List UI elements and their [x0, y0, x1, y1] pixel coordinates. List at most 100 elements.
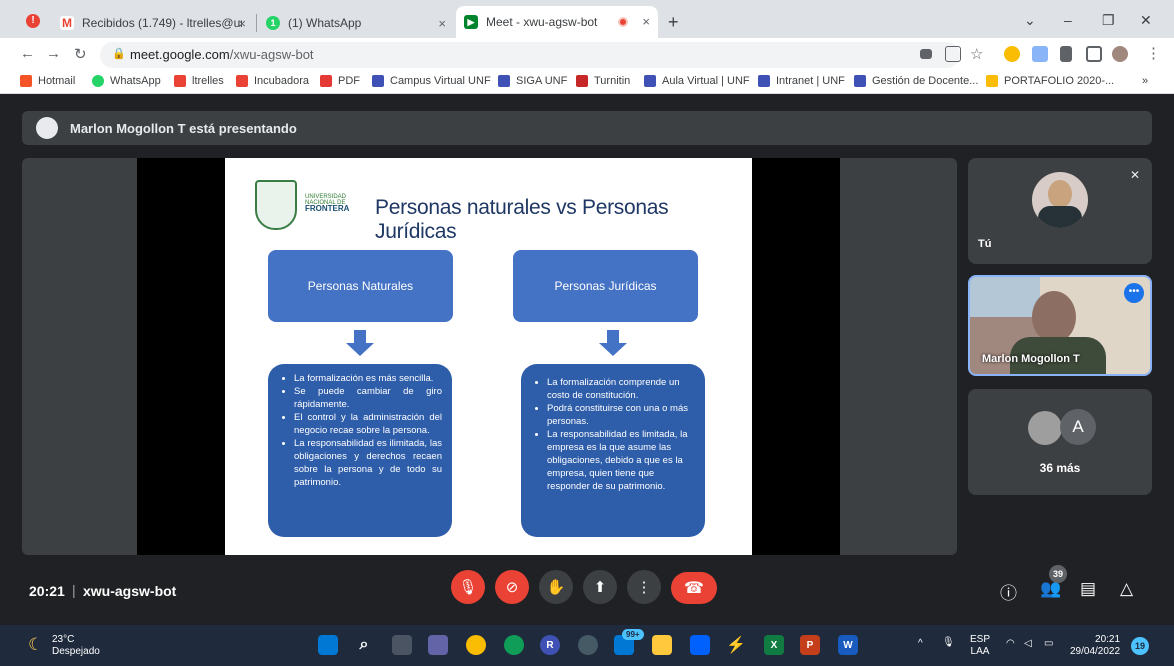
bookmark-turnitin[interactable]: Turnitin	[576, 75, 630, 87]
list-item: La responsabilidad es ilimitada, las obl…	[294, 437, 442, 489]
others-tile[interactable]: A 36 más	[968, 389, 1152, 495]
notification-badge[interactable]: 19	[1131, 637, 1149, 655]
tab-title: Recibidos (1.749) - ltrelles@unf.e	[82, 16, 242, 30]
close-tab-icon[interactable]: ×	[642, 14, 650, 29]
activities-icon[interactable]: △	[1120, 579, 1133, 599]
more-options-button[interactable]: ⋮	[627, 570, 661, 604]
shield-icon	[498, 75, 510, 87]
search-icon[interactable]: ⌕	[354, 635, 374, 655]
shield-icon	[758, 75, 770, 87]
volume-icon[interactable]: ◁	[1024, 638, 1032, 650]
bookmark-label: Hotmail	[38, 75, 76, 87]
wifi-icon[interactable]: ◠	[1006, 638, 1015, 650]
bookmark-intranet[interactable]: Intranet | UNF	[758, 75, 845, 87]
powerpoint-icon[interactable]: P	[800, 635, 820, 655]
bookmark-gestion[interactable]: Gestión de Docente...	[854, 75, 978, 87]
extension-icon[interactable]	[1004, 46, 1020, 62]
mic-off-button[interactable]: 🎙	[451, 570, 485, 604]
chevron-up-icon[interactable]: ^	[918, 638, 923, 650]
puzzle-icon[interactable]	[1060, 46, 1072, 62]
menu-icon[interactable]: ⋮	[1146, 44, 1161, 62]
bookmark-incubadora[interactable]: Incubadora	[236, 75, 309, 87]
tab-meet[interactable]: ▶ Meet - xwu-agsw-bot ×	[456, 6, 658, 38]
sidepanel-icon[interactable]	[1086, 46, 1102, 62]
meeting-code: xwu-agsw-bot	[83, 583, 177, 599]
edge-icon[interactable]	[504, 635, 524, 655]
app-icon[interactable]	[578, 635, 598, 655]
shield-icon	[644, 75, 656, 87]
info-icon[interactable]: ⓘ	[1000, 579, 1017, 604]
raise-hand-button[interactable]: ✋	[539, 570, 573, 604]
clock-widget[interactable]: 20:21 29/04/2022	[1070, 634, 1120, 658]
list-item: La formalización comprende un costo de c…	[547, 376, 695, 402]
app-r-icon[interactable]: R	[540, 635, 560, 655]
presentation-stage[interactable]: UNIVERSIDAD NACIONAL DE FRONTERA Persona…	[22, 158, 957, 555]
camera-off-button[interactable]: ⊘	[495, 570, 529, 604]
close-tab-icon[interactable]: ×	[238, 16, 246, 31]
task-view-icon[interactable]	[392, 635, 412, 655]
bookmark-label: Aula Virtual | UNF	[662, 75, 750, 87]
docs-icon[interactable]	[1032, 46, 1048, 62]
bookmark-siga[interactable]: SIGA UNF	[498, 75, 567, 87]
bookmarks-overflow[interactable]: »	[1142, 75, 1148, 87]
chat-icon[interactable]: ▤	[1080, 579, 1096, 599]
tab-whatsapp[interactable]: 1 (1) WhatsApp ×	[258, 8, 454, 38]
bookmark-label: PORTAFOLIO 2020-...	[1004, 75, 1115, 87]
presenter-text: Marlon Mogollon T está presentando	[70, 121, 297, 136]
close-window-button[interactable]: ✕	[1140, 12, 1152, 29]
university-logo	[255, 180, 297, 230]
lock-icon[interactable]: 🔒	[112, 47, 126, 60]
url-path: /xwu-agsw-bot	[229, 47, 314, 62]
start-icon[interactable]	[318, 635, 338, 655]
bookmark-whatsapp[interactable]: WhatsApp	[92, 75, 161, 87]
down-arrow-icon	[346, 330, 374, 356]
self-tile[interactable]: ✕ Tú	[968, 158, 1152, 264]
bookmark-campus[interactable]: Campus Virtual UNF	[372, 75, 491, 87]
presenter-tile[interactable]: ••• Marlon Mogollon T	[968, 275, 1152, 376]
microphone-icon[interactable]: 🎙	[942, 637, 955, 649]
weather-temp: 23°C	[52, 634, 75, 645]
bookmark-pdf[interactable]: PDF	[320, 75, 360, 87]
close-tab-icon[interactable]: ×	[438, 16, 446, 31]
word-icon[interactable]: W	[838, 635, 858, 655]
dropbox-icon[interactable]	[690, 635, 710, 655]
bookmark-portafolio[interactable]: PORTAFOLIO 2020-...	[986, 75, 1114, 87]
profile-avatar[interactable]	[1112, 46, 1128, 62]
right-header-box: Personas Jurídicas	[513, 250, 698, 322]
tab-gmail[interactable]: M Recibidos (1.749) - ltrelles@unf.e ×	[52, 8, 254, 38]
bookmark-label: PDF	[338, 75, 360, 87]
shield-icon	[854, 75, 866, 87]
app-bolt-icon[interactable]: ⚡	[726, 635, 746, 655]
excel-icon[interactable]: X	[764, 635, 784, 655]
new-tab-button[interactable]: +	[668, 12, 679, 33]
explorer-icon[interactable]	[652, 635, 672, 655]
star-icon[interactable]: ☆	[970, 45, 983, 63]
present-button[interactable]: ⬆	[583, 570, 617, 604]
weather-widget[interactable]: 23°C Despejado	[52, 634, 100, 658]
end-call-button[interactable]: ☎	[671, 572, 717, 604]
gmail-icon	[236, 75, 248, 87]
reload-icon[interactable]: ↻	[74, 45, 87, 63]
whatsapp-icon: 1	[266, 16, 280, 30]
bookmark-aula[interactable]: Aula Virtual | UNF	[644, 75, 750, 87]
battery-icon[interactable]: ▭	[1044, 638, 1053, 650]
forward-icon[interactable]: →	[46, 45, 61, 62]
camera-icon[interactable]	[920, 49, 932, 59]
language-indicator[interactable]: ESP LAA	[970, 634, 990, 658]
maximize-button[interactable]: ❐	[1102, 12, 1115, 29]
alert-icon[interactable]: !	[26, 14, 40, 28]
tab-search-icon[interactable]: ⌄	[1024, 12, 1036, 29]
url-text[interactable]: meet.google.com/xwu-agsw-bot	[130, 47, 314, 62]
bookmark-ltrelles[interactable]: ltrelles	[174, 75, 224, 87]
share-icon[interactable]	[945, 46, 961, 62]
minimize-button[interactable]: –	[1064, 12, 1072, 28]
university-line: FRONTERA	[305, 204, 350, 213]
tab-separator	[256, 14, 257, 32]
chrome-icon[interactable]	[466, 635, 486, 655]
gmail-icon	[174, 75, 186, 87]
bookmark-hotmail[interactable]: Hotmail	[20, 75, 75, 87]
more-options-icon[interactable]: •••	[1124, 283, 1144, 303]
meet-area: Marlon Mogollon T está presentando UNIVE…	[0, 95, 1174, 625]
teams-icon[interactable]	[428, 635, 448, 655]
back-icon[interactable]: ←	[20, 45, 35, 62]
